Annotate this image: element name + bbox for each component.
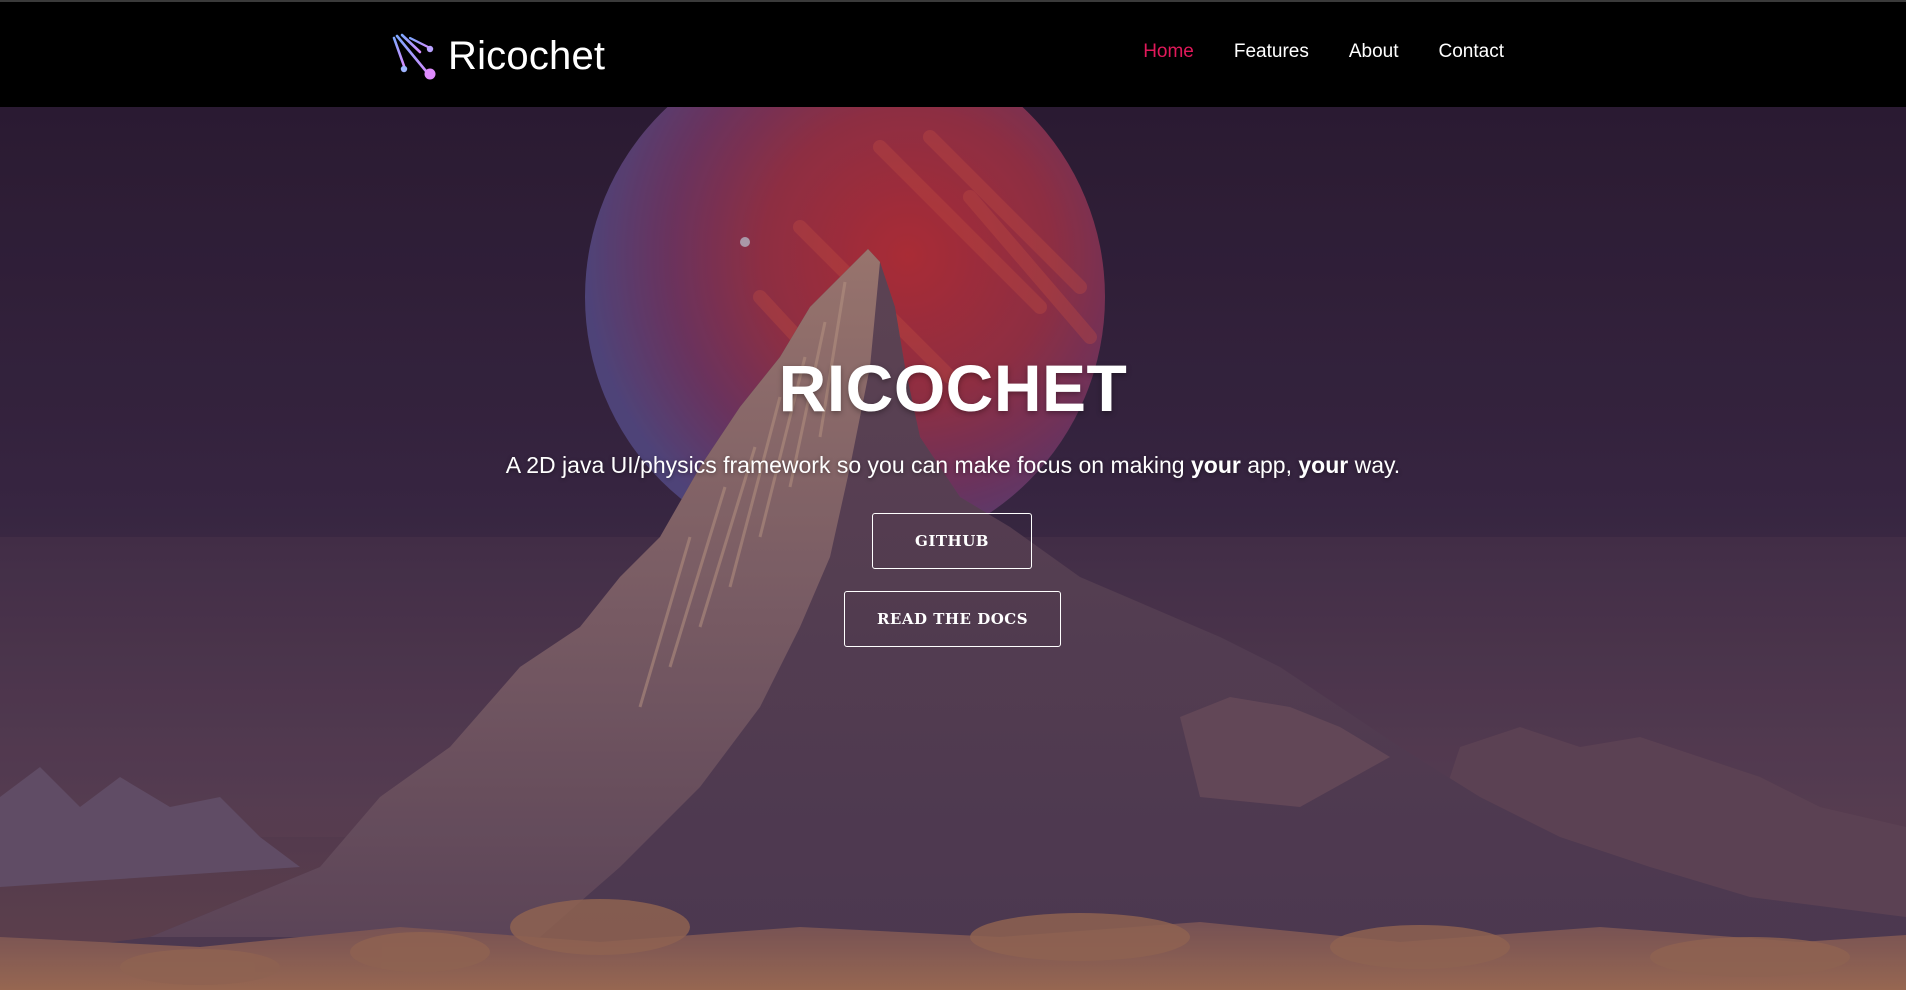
nav-link-features[interactable]: Features	[1234, 40, 1309, 64]
brand-name: Ricochet	[448, 34, 606, 78]
github-button[interactable]: GITHUB	[872, 513, 1032, 569]
subtitle-text: A 2D java UI/physics framework so you ca…	[505, 452, 1191, 478]
nav-link-home[interactable]: Home	[1143, 40, 1194, 64]
subtitle-text: app,	[1240, 452, 1299, 478]
subtitle-emphasis: your	[1190, 452, 1241, 478]
nav-link-about[interactable]: About	[1349, 40, 1399, 64]
subtitle-text: way.	[1348, 452, 1401, 478]
hero-section: RICOCHET A 2D java UI/physics framework …	[0, 107, 1906, 990]
hero-title: RICOCHET	[778, 351, 1128, 425]
navbar: Ricochet Home Features About Contact	[0, 2, 1906, 107]
ricochet-logo-icon	[392, 33, 436, 80]
nav-links: Home Features About Contact	[1143, 40, 1504, 64]
nav-link-contact[interactable]: Contact	[1439, 40, 1504, 64]
subtitle-emphasis: your	[1298, 452, 1349, 478]
brand-link[interactable]: Ricochet	[390, 28, 605, 84]
read-the-docs-button[interactable]: READ THE DOCS	[844, 591, 1061, 647]
hero-content: RICOCHET A 2D java UI/physics framework …	[0, 107, 1906, 990]
hero-subtitle: A 2D java UI/physics framework so you ca…	[0, 451, 1906, 479]
